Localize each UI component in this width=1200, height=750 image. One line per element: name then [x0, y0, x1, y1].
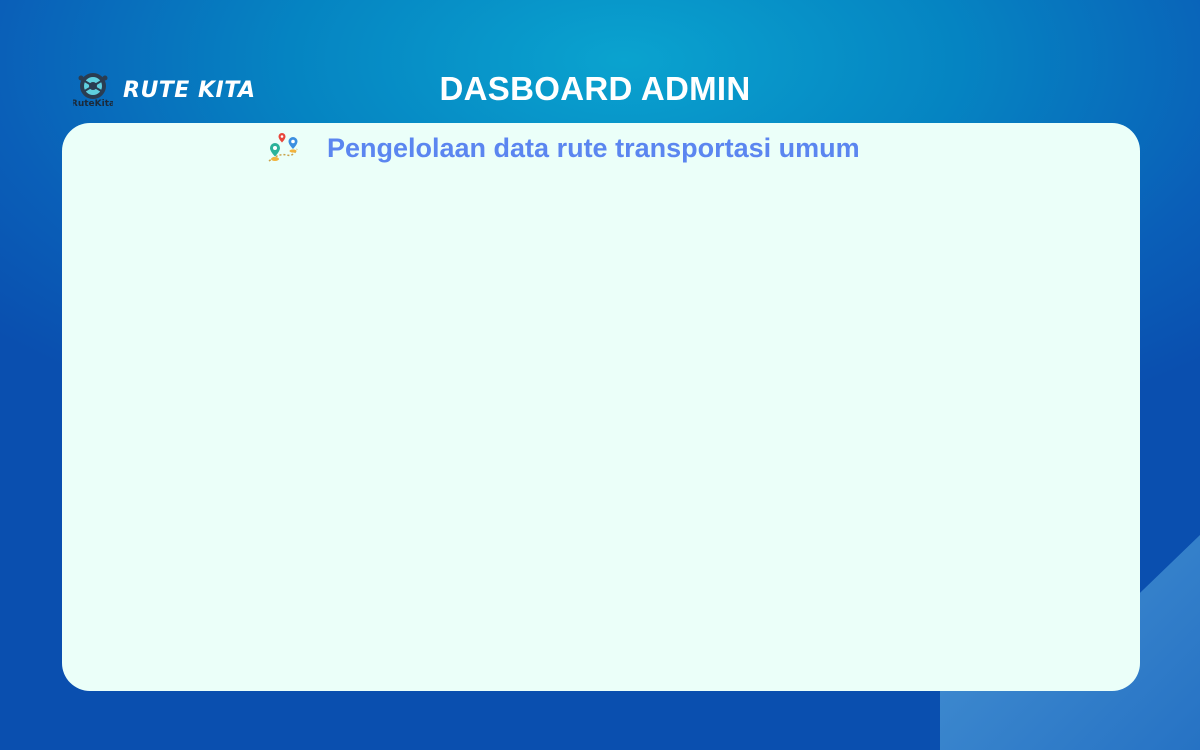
- page-title: DASBOARD ADMIN: [439, 70, 751, 107]
- main-panel: Pengelolaan data rute transportasi umum: [62, 123, 1140, 691]
- panel-heading: Pengelolaan data rute transportasi umum: [327, 132, 860, 163]
- panel-header: Pengelolaan data rute transportasi umum: [265, 131, 860, 165]
- map-pins-icon: [265, 131, 301, 165]
